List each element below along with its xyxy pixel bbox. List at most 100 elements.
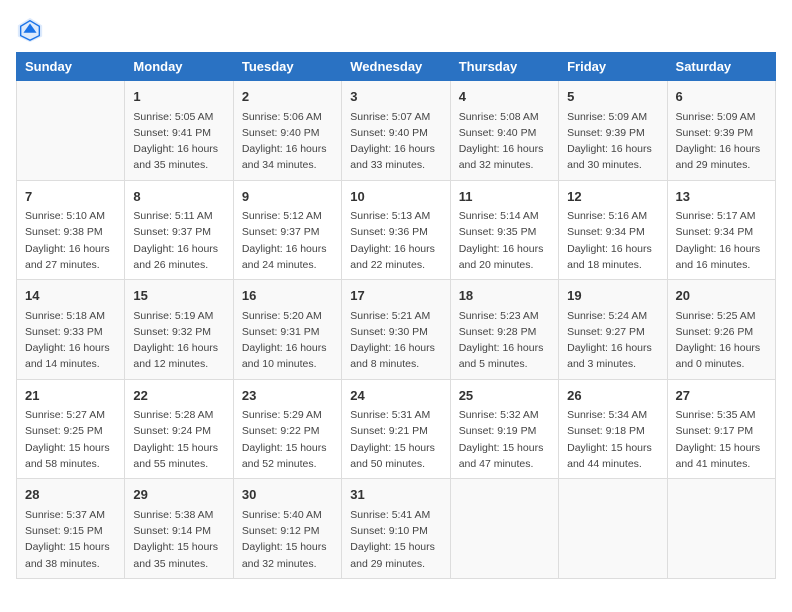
header-day-sunday: Sunday (17, 53, 125, 81)
day-info: Sunrise: 5:10 AM Sunset: 9:38 PM Dayligh… (25, 208, 116, 273)
day-number: 22 (133, 386, 224, 406)
day-info: Sunrise: 5:37 AM Sunset: 9:15 PM Dayligh… (25, 507, 116, 572)
calendar-cell (559, 479, 667, 579)
day-info: Sunrise: 5:32 AM Sunset: 9:19 PM Dayligh… (459, 407, 550, 472)
calendar-cell: 21Sunrise: 5:27 AM Sunset: 9:25 PM Dayli… (17, 379, 125, 479)
day-number: 18 (459, 286, 550, 306)
calendar-cell: 22Sunrise: 5:28 AM Sunset: 9:24 PM Dayli… (125, 379, 233, 479)
calendar-cell: 7Sunrise: 5:10 AM Sunset: 9:38 PM Daylig… (17, 180, 125, 280)
day-info: Sunrise: 5:07 AM Sunset: 9:40 PM Dayligh… (350, 109, 441, 174)
calendar-cell: 31Sunrise: 5:41 AM Sunset: 9:10 PM Dayli… (342, 479, 450, 579)
calendar-cell: 6Sunrise: 5:09 AM Sunset: 9:39 PM Daylig… (667, 81, 775, 181)
calendar-cell: 29Sunrise: 5:38 AM Sunset: 9:14 PM Dayli… (125, 479, 233, 579)
calendar-cell: 9Sunrise: 5:12 AM Sunset: 9:37 PM Daylig… (233, 180, 341, 280)
calendar-cell: 24Sunrise: 5:31 AM Sunset: 9:21 PM Dayli… (342, 379, 450, 479)
day-number: 14 (25, 286, 116, 306)
day-number: 23 (242, 386, 333, 406)
day-number: 15 (133, 286, 224, 306)
calendar-cell: 17Sunrise: 5:21 AM Sunset: 9:30 PM Dayli… (342, 280, 450, 380)
calendar-cell: 3Sunrise: 5:07 AM Sunset: 9:40 PM Daylig… (342, 81, 450, 181)
day-number: 20 (676, 286, 767, 306)
calendar-cell: 23Sunrise: 5:29 AM Sunset: 9:22 PM Dayli… (233, 379, 341, 479)
header-day-thursday: Thursday (450, 53, 558, 81)
day-info: Sunrise: 5:11 AM Sunset: 9:37 PM Dayligh… (133, 208, 224, 273)
calendar-cell: 25Sunrise: 5:32 AM Sunset: 9:19 PM Dayli… (450, 379, 558, 479)
day-info: Sunrise: 5:23 AM Sunset: 9:28 PM Dayligh… (459, 308, 550, 373)
day-number: 10 (350, 187, 441, 207)
day-info: Sunrise: 5:09 AM Sunset: 9:39 PM Dayligh… (676, 109, 767, 174)
calendar-cell (667, 479, 775, 579)
calendar-cell: 11Sunrise: 5:14 AM Sunset: 9:35 PM Dayli… (450, 180, 558, 280)
day-number: 11 (459, 187, 550, 207)
day-number: 9 (242, 187, 333, 207)
day-info: Sunrise: 5:29 AM Sunset: 9:22 PM Dayligh… (242, 407, 333, 472)
day-number: 8 (133, 187, 224, 207)
day-number: 21 (25, 386, 116, 406)
header-day-monday: Monday (125, 53, 233, 81)
day-info: Sunrise: 5:13 AM Sunset: 9:36 PM Dayligh… (350, 208, 441, 273)
day-info: Sunrise: 5:41 AM Sunset: 9:10 PM Dayligh… (350, 507, 441, 572)
day-number: 1 (133, 87, 224, 107)
day-info: Sunrise: 5:16 AM Sunset: 9:34 PM Dayligh… (567, 208, 658, 273)
calendar-cell: 10Sunrise: 5:13 AM Sunset: 9:36 PM Dayli… (342, 180, 450, 280)
logo-icon (16, 16, 44, 44)
day-info: Sunrise: 5:05 AM Sunset: 9:41 PM Dayligh… (133, 109, 224, 174)
day-info: Sunrise: 5:34 AM Sunset: 9:18 PM Dayligh… (567, 407, 658, 472)
day-info: Sunrise: 5:35 AM Sunset: 9:17 PM Dayligh… (676, 407, 767, 472)
calendar-week-row: 14Sunrise: 5:18 AM Sunset: 9:33 PM Dayli… (17, 280, 776, 380)
calendar-cell: 13Sunrise: 5:17 AM Sunset: 9:34 PM Dayli… (667, 180, 775, 280)
header-day-saturday: Saturday (667, 53, 775, 81)
day-number: 19 (567, 286, 658, 306)
day-info: Sunrise: 5:21 AM Sunset: 9:30 PM Dayligh… (350, 308, 441, 373)
day-info: Sunrise: 5:12 AM Sunset: 9:37 PM Dayligh… (242, 208, 333, 273)
calendar-cell: 14Sunrise: 5:18 AM Sunset: 9:33 PM Dayli… (17, 280, 125, 380)
calendar-cell: 30Sunrise: 5:40 AM Sunset: 9:12 PM Dayli… (233, 479, 341, 579)
calendar-cell: 28Sunrise: 5:37 AM Sunset: 9:15 PM Dayli… (17, 479, 125, 579)
day-number: 4 (459, 87, 550, 107)
day-info: Sunrise: 5:40 AM Sunset: 9:12 PM Dayligh… (242, 507, 333, 572)
day-number: 2 (242, 87, 333, 107)
day-info: Sunrise: 5:06 AM Sunset: 9:40 PM Dayligh… (242, 109, 333, 174)
day-info: Sunrise: 5:18 AM Sunset: 9:33 PM Dayligh… (25, 308, 116, 373)
day-number: 26 (567, 386, 658, 406)
header-day-wednesday: Wednesday (342, 53, 450, 81)
day-info: Sunrise: 5:19 AM Sunset: 9:32 PM Dayligh… (133, 308, 224, 373)
day-info: Sunrise: 5:28 AM Sunset: 9:24 PM Dayligh… (133, 407, 224, 472)
day-number: 7 (25, 187, 116, 207)
day-info: Sunrise: 5:08 AM Sunset: 9:40 PM Dayligh… (459, 109, 550, 174)
day-info: Sunrise: 5:09 AM Sunset: 9:39 PM Dayligh… (567, 109, 658, 174)
day-info: Sunrise: 5:17 AM Sunset: 9:34 PM Dayligh… (676, 208, 767, 273)
day-info: Sunrise: 5:20 AM Sunset: 9:31 PM Dayligh… (242, 308, 333, 373)
header-day-tuesday: Tuesday (233, 53, 341, 81)
day-info: Sunrise: 5:24 AM Sunset: 9:27 PM Dayligh… (567, 308, 658, 373)
calendar-cell (450, 479, 558, 579)
day-number: 30 (242, 485, 333, 505)
calendar-cell: 8Sunrise: 5:11 AM Sunset: 9:37 PM Daylig… (125, 180, 233, 280)
calendar-cell: 1Sunrise: 5:05 AM Sunset: 9:41 PM Daylig… (125, 81, 233, 181)
day-info: Sunrise: 5:27 AM Sunset: 9:25 PM Dayligh… (25, 407, 116, 472)
day-number: 3 (350, 87, 441, 107)
day-info: Sunrise: 5:25 AM Sunset: 9:26 PM Dayligh… (676, 308, 767, 373)
day-number: 16 (242, 286, 333, 306)
calendar-cell: 20Sunrise: 5:25 AM Sunset: 9:26 PM Dayli… (667, 280, 775, 380)
day-number: 31 (350, 485, 441, 505)
calendar-cell: 19Sunrise: 5:24 AM Sunset: 9:27 PM Dayli… (559, 280, 667, 380)
day-number: 24 (350, 386, 441, 406)
day-number: 12 (567, 187, 658, 207)
day-number: 6 (676, 87, 767, 107)
calendar-table: SundayMondayTuesdayWednesdayThursdayFrid… (16, 52, 776, 579)
calendar-cell: 12Sunrise: 5:16 AM Sunset: 9:34 PM Dayli… (559, 180, 667, 280)
calendar-week-row: 28Sunrise: 5:37 AM Sunset: 9:15 PM Dayli… (17, 479, 776, 579)
day-info: Sunrise: 5:14 AM Sunset: 9:35 PM Dayligh… (459, 208, 550, 273)
calendar-cell: 27Sunrise: 5:35 AM Sunset: 9:17 PM Dayli… (667, 379, 775, 479)
calendar-week-row: 7Sunrise: 5:10 AM Sunset: 9:38 PM Daylig… (17, 180, 776, 280)
calendar-cell: 18Sunrise: 5:23 AM Sunset: 9:28 PM Dayli… (450, 280, 558, 380)
day-number: 5 (567, 87, 658, 107)
calendar-cell: 2Sunrise: 5:06 AM Sunset: 9:40 PM Daylig… (233, 81, 341, 181)
day-number: 27 (676, 386, 767, 406)
header-day-friday: Friday (559, 53, 667, 81)
calendar-header-row: SundayMondayTuesdayWednesdayThursdayFrid… (17, 53, 776, 81)
day-number: 13 (676, 187, 767, 207)
day-info: Sunrise: 5:31 AM Sunset: 9:21 PM Dayligh… (350, 407, 441, 472)
calendar-cell: 15Sunrise: 5:19 AM Sunset: 9:32 PM Dayli… (125, 280, 233, 380)
